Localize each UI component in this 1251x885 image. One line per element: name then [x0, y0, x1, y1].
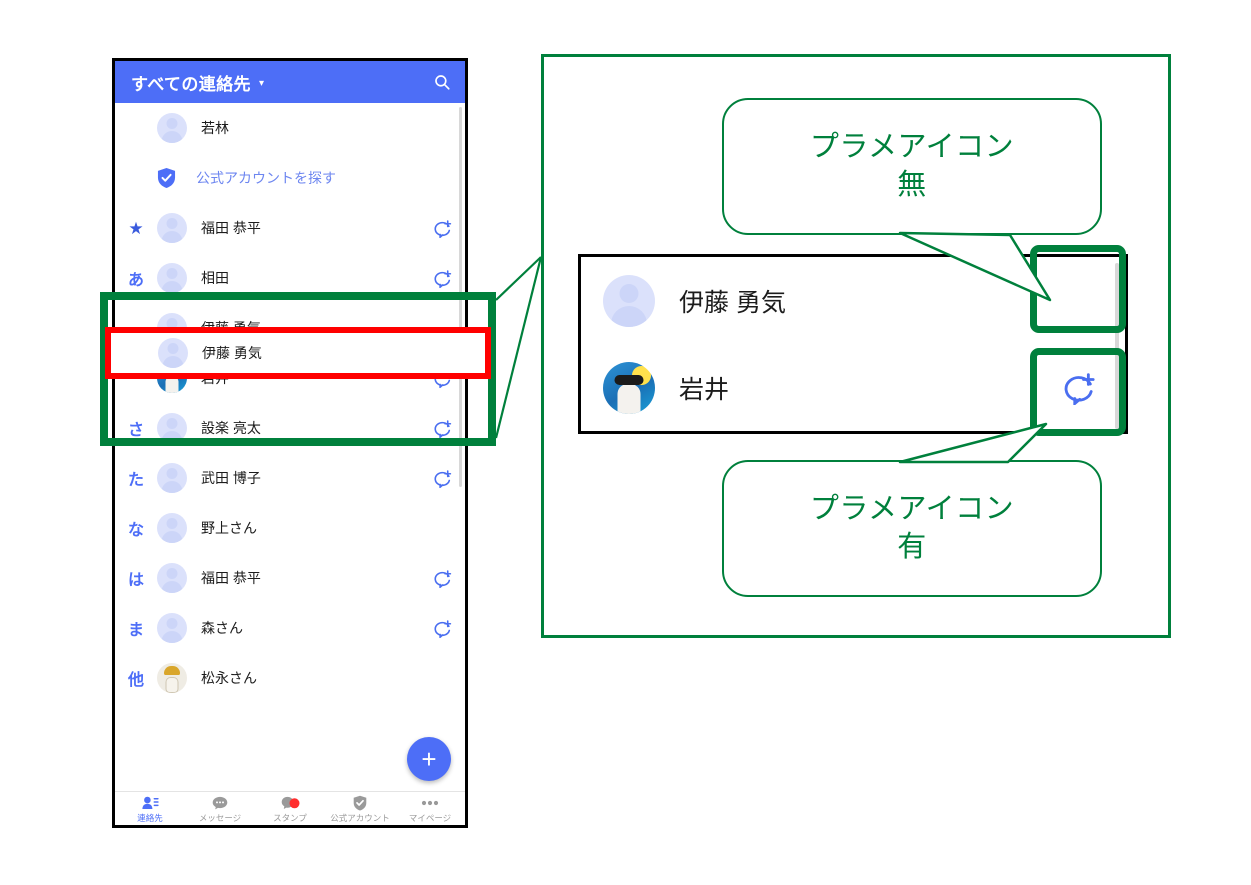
kana-index: ま — [127, 622, 144, 639]
avatar — [157, 663, 187, 693]
tab-stickers[interactable]: スタンプ — [255, 792, 325, 824]
avatar — [603, 361, 655, 414]
contact-name: 武田 博子 — [201, 470, 261, 486]
kana-index: は — [127, 572, 144, 589]
list-item[interactable]: な 野上さん — [115, 503, 465, 553]
avatar — [157, 263, 187, 293]
shield-check-icon — [157, 167, 196, 189]
tab-label: 公式アカウント — [330, 813, 390, 823]
avatar — [158, 338, 188, 368]
kana-index: た — [127, 472, 144, 489]
contact-list[interactable]: 若林 公式アカウントを探す ★ 福田 恭平 あ 相田 さ 設楽 亮太 た 武田 … — [115, 103, 465, 791]
contact-name: 福田 恭平 — [201, 570, 261, 586]
contact-name: 伊藤 勇気 — [679, 288, 786, 317]
more-icon — [421, 795, 439, 810]
contact-name: 福田 恭平 — [201, 220, 261, 236]
contact-name: 松永さん — [201, 670, 257, 686]
message-icon — [212, 795, 228, 810]
contact-name: 相田 — [201, 270, 229, 286]
page-title: すべての連絡先 — [131, 74, 251, 94]
callout-line-1: プラメアイコン — [809, 493, 1015, 526]
avatar — [603, 274, 655, 327]
kana-index: あ — [127, 272, 144, 289]
kana-index: 他 — [127, 672, 144, 689]
favorite-star-icon: ★ — [128, 218, 144, 238]
tab-label: メッセージ — [198, 813, 242, 823]
contact-name: 伊藤 勇気 — [202, 345, 262, 361]
tab-label: スタンプ — [273, 813, 307, 823]
avatar — [157, 563, 187, 593]
avatar — [157, 513, 187, 543]
contact-name: 若林 — [201, 120, 229, 136]
list-item[interactable]: 他 松永さん — [115, 653, 465, 703]
tab-mypage[interactable]: マイページ — [395, 792, 465, 824]
official-account-label: 公式アカウントを探す — [196, 170, 336, 186]
search-icon[interactable] — [433, 73, 451, 91]
kana-index: な — [127, 522, 144, 539]
avatar — [157, 113, 187, 143]
callout-has-icon: プラメアイコン 有 — [722, 460, 1102, 597]
callout-line-1: プラメアイコン — [809, 131, 1015, 164]
avatar — [157, 463, 187, 493]
contacts-icon — [141, 795, 159, 810]
green-focus-box-has-icon — [1030, 348, 1126, 436]
callout-line-2: 無 — [897, 168, 927, 201]
tab-official-accounts[interactable]: 公式アカウント — [325, 792, 395, 824]
list-item[interactable]: は 福田 恭平 — [115, 553, 465, 603]
chevron-down-icon[interactable]: ▾ — [259, 78, 264, 89]
list-item[interactable]: ま 森さん — [115, 603, 465, 653]
list-item[interactable]: た 武田 博子 — [115, 453, 465, 503]
green-focus-box-no-icon — [1030, 245, 1126, 333]
sticker-icon — [281, 795, 300, 810]
chat-add-icon[interactable] — [419, 569, 465, 588]
bottom-navigation: 連絡先 メッセージ スタンプ 公式アカウント マイページ — [115, 791, 465, 825]
tab-messages[interactable]: メッセージ — [185, 792, 255, 824]
callout-no-icon: プラメアイコン 無 — [722, 98, 1102, 235]
list-item-official-account[interactable]: 公式アカウントを探す — [115, 153, 465, 203]
contact-name: 野上さん — [201, 520, 257, 536]
app-header: すべての連絡先 ▾ — [115, 61, 465, 103]
avatar — [157, 213, 187, 243]
list-item[interactable]: ★ 福田 恭平 — [115, 203, 465, 253]
official-shield-icon — [353, 795, 367, 810]
avatar — [157, 613, 187, 643]
list-item[interactable]: 若林 — [115, 103, 465, 153]
tab-contacts[interactable]: 連絡先 — [115, 792, 185, 824]
chat-add-icon[interactable] — [419, 619, 465, 638]
contact-name: 森さん — [201, 620, 243, 636]
callout-line-2: 有 — [897, 530, 927, 563]
add-friend-fab[interactable]: + — [407, 737, 451, 781]
tab-label: マイページ — [408, 813, 452, 823]
highlighted-list-item-ito-yuki[interactable]: 伊藤 勇気 — [111, 333, 485, 373]
contact-name: 岩井 — [679, 375, 730, 404]
tab-label: 連絡先 — [137, 813, 163, 823]
